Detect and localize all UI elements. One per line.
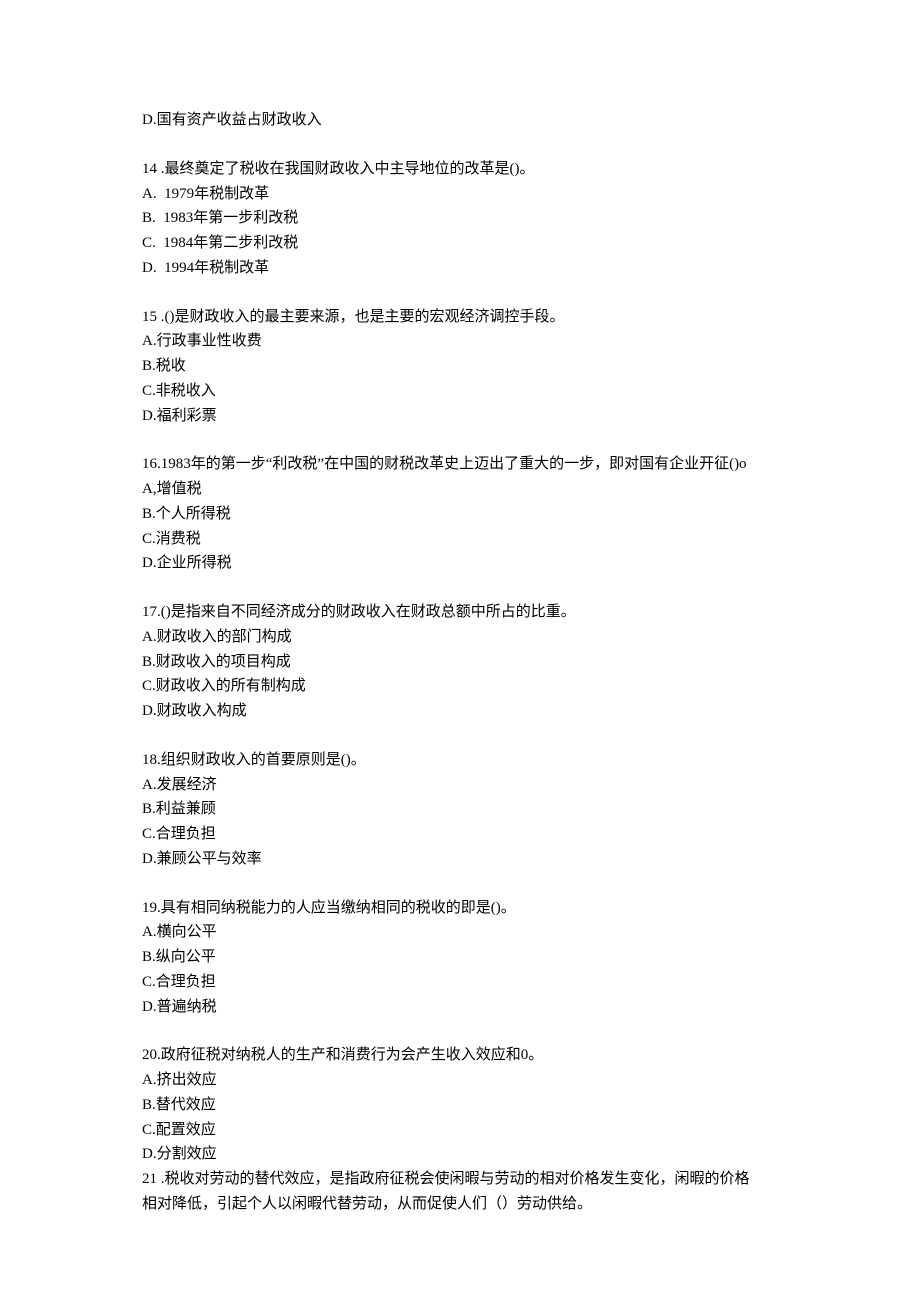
q16-option-c: C.消费税 bbox=[142, 527, 778, 552]
q15-option-c: C.非税收入 bbox=[142, 379, 778, 404]
q20-option-c: C.配置效应 bbox=[142, 1118, 778, 1143]
q18-option-b: B.利益兼顾 bbox=[142, 797, 778, 822]
q14-option-a: A. 1979年税制改革 bbox=[142, 182, 778, 207]
q19-option-c: C.合理负担 bbox=[142, 970, 778, 995]
q19-stem: 19.具有相同纳税能力的人应当缴纳相同的税收的即是()。 bbox=[142, 896, 778, 921]
q16-stem: 16.1983年的第一步“利改税”在中国的财税改革史上迈出了重大的一步，即对国有… bbox=[142, 452, 778, 477]
q17-stem: 17.()是指来自不同经济成分的财政收入在财政总额中所占的比重。 bbox=[142, 600, 778, 625]
q21-stem-line1: 21 .税收对劳动的替代效应，是指政府征税会使闲暇与劳动的相对价格发生变化，闲暇… bbox=[142, 1167, 778, 1192]
q20-option-b: B.替代效应 bbox=[142, 1093, 778, 1118]
q15-option-d: D.福利彩票 bbox=[142, 404, 778, 429]
q18-option-a: A.发展经济 bbox=[142, 773, 778, 798]
q16-option-a: A,增值税 bbox=[142, 477, 778, 502]
q19-option-b: B.纵向公平 bbox=[142, 945, 778, 970]
q20-option-a: A.挤出效应 bbox=[142, 1068, 778, 1093]
q16-option-d: D.企业所得税 bbox=[142, 551, 778, 576]
q19-option-d: D.普遍纳税 bbox=[142, 995, 778, 1020]
q15-stem: 15 .()是财政收入的最主要来源，也是主要的宏观经济调控手段。 bbox=[142, 305, 778, 330]
q17-option-d: D.财政收入构成 bbox=[142, 699, 778, 724]
q13-option-d: D.国有资产收益占财政收入 bbox=[142, 108, 778, 133]
q21-stem-line2: 相对降低，引起个人以闲暇代替劳动，从而促使人们（）劳动供给。 bbox=[142, 1192, 778, 1217]
q14-option-d: D. 1994年税制改革 bbox=[142, 256, 778, 281]
q18-option-d: D.兼顾公平与效率 bbox=[142, 847, 778, 872]
q19-option-a: A.横向公平 bbox=[142, 920, 778, 945]
q15-option-b: B.税收 bbox=[142, 354, 778, 379]
q14-stem: 14 .最终奠定了税收在我国财政收入中主导地位的改革是()。 bbox=[142, 157, 778, 182]
q17-option-b: B.财政收入的项目构成 bbox=[142, 650, 778, 675]
q14-option-c: C. 1984年第二步利改税 bbox=[142, 231, 778, 256]
q20-stem: 20.政府征税对纳税人的生产和消费行为会产生收入效应和0。 bbox=[142, 1043, 778, 1068]
q18-stem: 18.组织财政收入的首要原则是()。 bbox=[142, 748, 778, 773]
q16-option-b: B.个人所得税 bbox=[142, 502, 778, 527]
q18-option-c: C.合理负担 bbox=[142, 822, 778, 847]
q17-option-c: C.财政收入的所有制构成 bbox=[142, 674, 778, 699]
q14-option-b: B. 1983年第一步利改税 bbox=[142, 206, 778, 231]
q15-option-a: A.行政事业性收费 bbox=[142, 329, 778, 354]
q17-option-a: A.财政收入的部门构成 bbox=[142, 625, 778, 650]
q20-option-d: D.分割效应 bbox=[142, 1142, 778, 1167]
